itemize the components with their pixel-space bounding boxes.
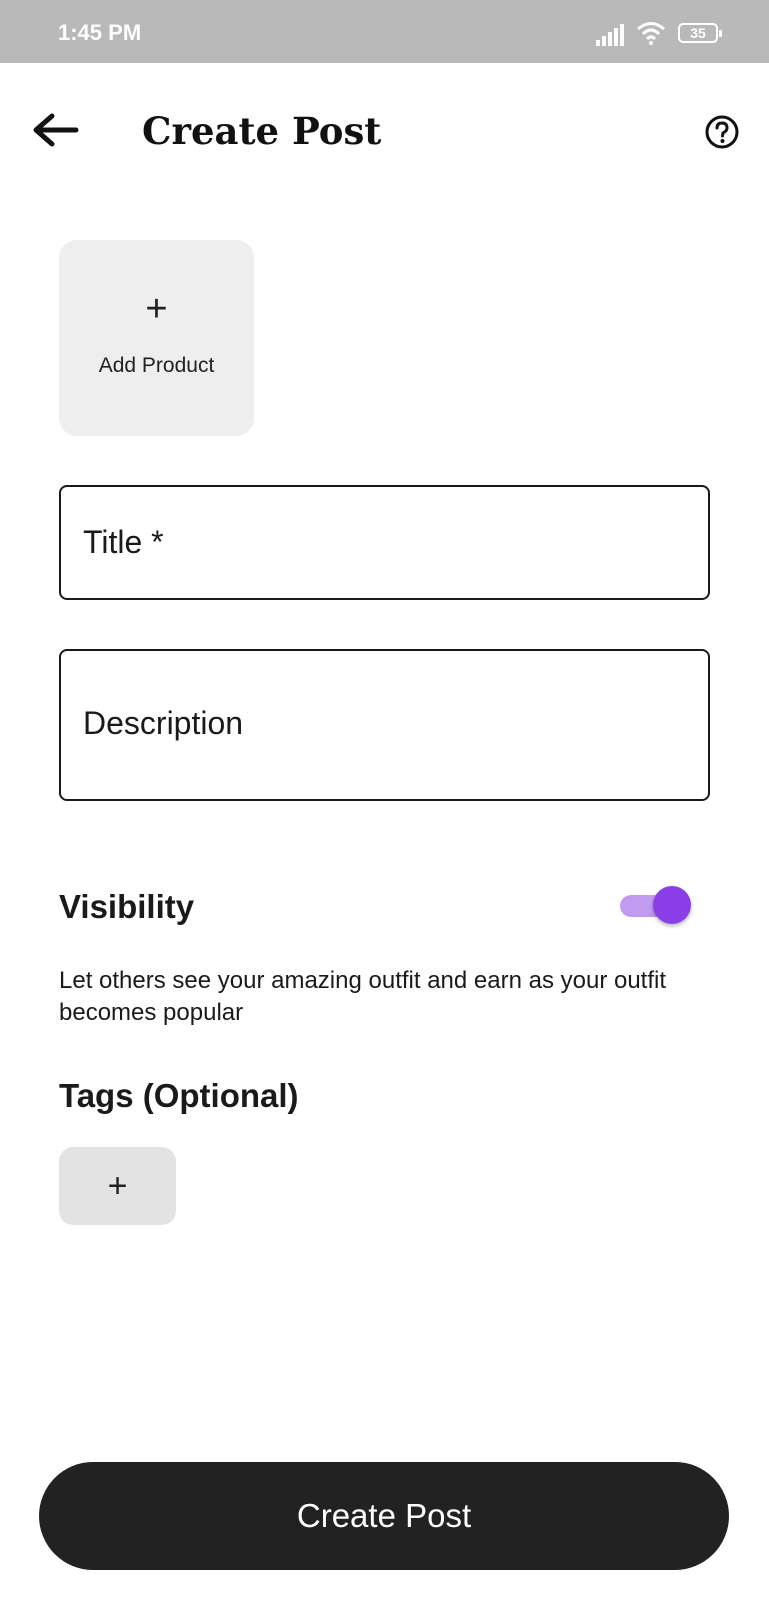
visibility-toggle[interactable] [620,886,692,926]
arrow-left-icon[interactable] [28,105,84,155]
wifi-icon [637,22,665,45]
status-time: 1:45 PM [58,20,142,45]
description-field[interactable] [59,649,710,801]
create-post-button[interactable]: Create Post [39,1462,729,1570]
plus-icon: + [107,1166,128,1205]
description-input[interactable] [61,651,708,799]
add-product-label: Add Product [98,354,215,377]
visibility-description: Let others see your amazing outfit and e… [59,967,667,1026]
visibility-heading: Visibility [59,888,195,925]
title-input[interactable] [61,487,708,598]
help-circle-icon[interactable] [704,114,740,150]
add-product-button[interactable]: + Add Product [59,240,254,436]
page-title: Create Post [142,109,382,153]
signal-icon [596,24,624,46]
status-bar: 1:45 PM 35 [0,0,769,63]
battery-level: 35 [690,25,706,41]
battery-icon: 35 [678,23,722,43]
tags-heading: Tags (Optional) [59,1077,299,1114]
plus-icon: + [145,288,168,330]
app-bar: Create Post [0,63,769,203]
add-tag-button[interactable]: + [59,1147,176,1225]
toggle-thumb [653,886,691,924]
title-field[interactable] [59,485,710,600]
